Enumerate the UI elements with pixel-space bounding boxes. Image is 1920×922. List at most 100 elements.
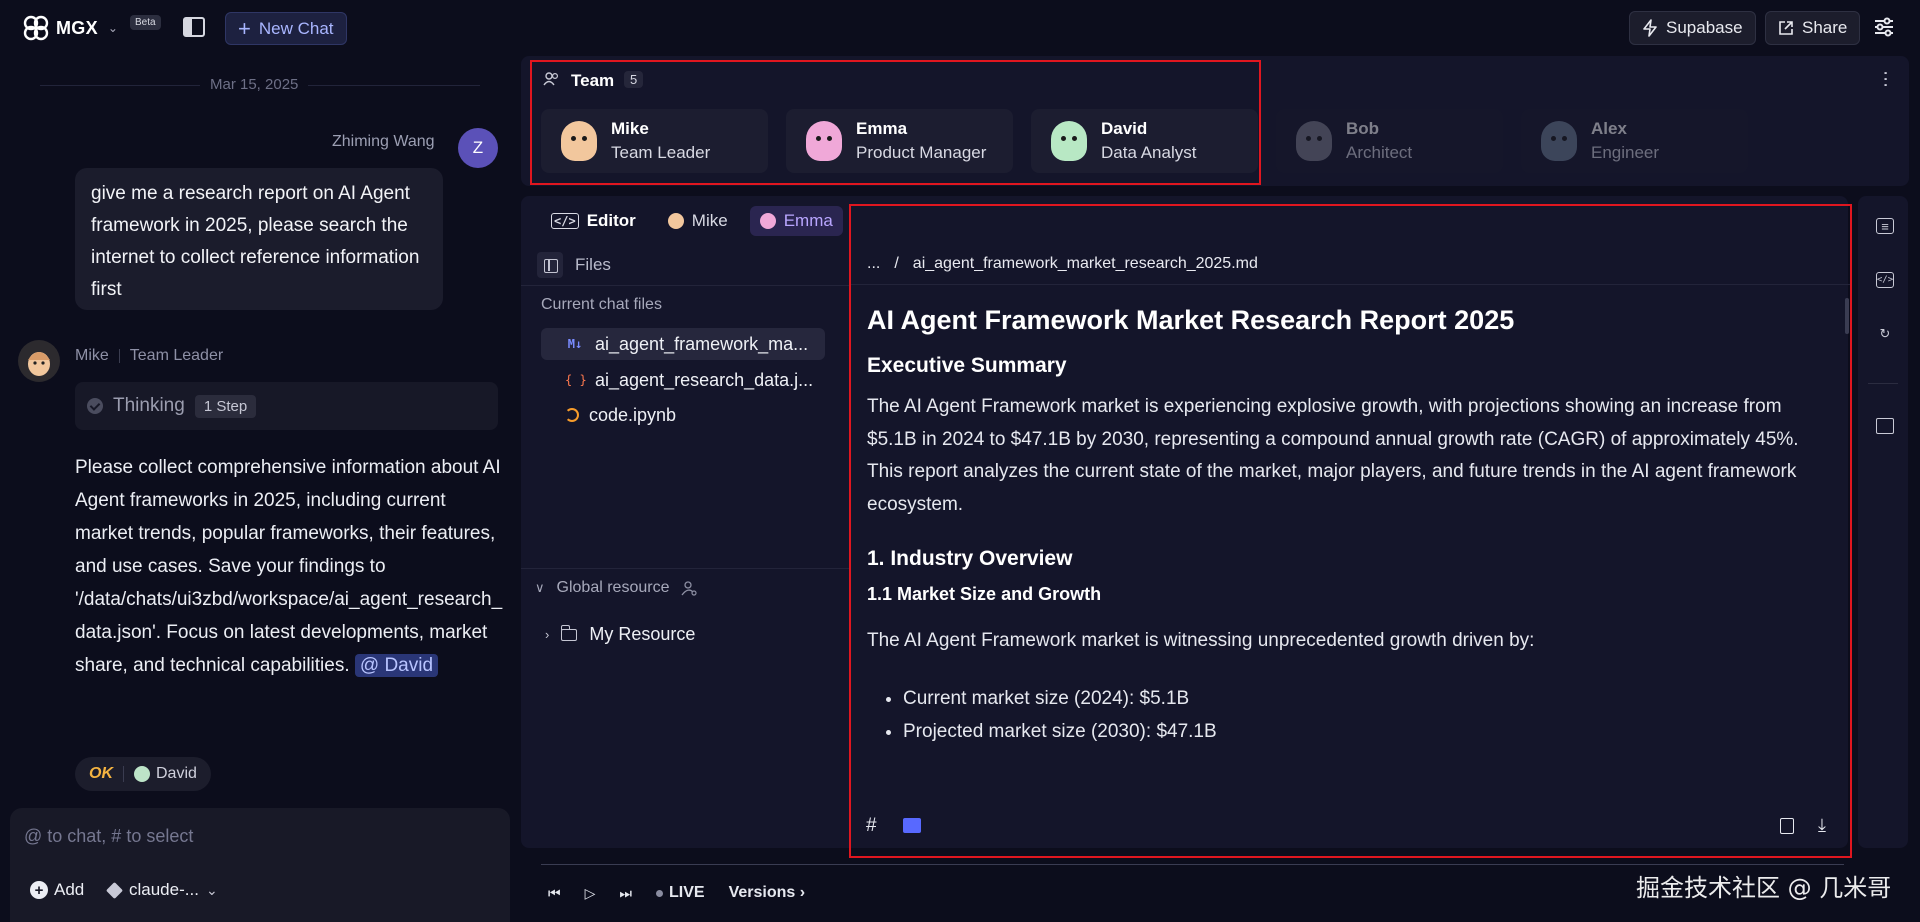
- alex-face-icon: [1541, 121, 1577, 161]
- agent-role: Team Leader: [129, 347, 224, 364]
- files-header: Files: [537, 252, 611, 278]
- status-agent-name: David: [156, 765, 197, 782]
- folder-icon[interactable]: [1876, 418, 1894, 434]
- tab-label: Editor: [586, 211, 636, 230]
- model-selector[interactable]: claude-... ⌄: [106, 880, 218, 900]
- folder-icon: [560, 624, 578, 641]
- tab-mike[interactable]: Mike: [658, 206, 738, 236]
- mike-meta: Mike Team Leader: [75, 347, 223, 365]
- watermark: 掘金技术社区 @ 几米哥: [1636, 874, 1892, 902]
- cube-icon: [106, 881, 123, 899]
- mike-message: Please collect comprehensive information…: [75, 451, 505, 682]
- status-ok: OK: [89, 765, 113, 782]
- emma-face-icon: [759, 213, 776, 229]
- live-indicator[interactable]: LIVE: [656, 884, 705, 902]
- agent-card-alex[interactable]: Alex Engineer: [1521, 109, 1748, 173]
- document-highlight-box: [849, 204, 1852, 858]
- share-icon: [1779, 21, 1793, 35]
- chat-input[interactable]: [24, 826, 484, 847]
- mgx-logo-icon: [23, 15, 49, 41]
- supabase-label: Supabase: [1666, 18, 1743, 37]
- mike-avatar: [18, 340, 60, 382]
- add-button[interactable]: + Add: [30, 880, 84, 900]
- my-resource-label: My Resource: [589, 624, 696, 644]
- code-icon: </>: [551, 213, 579, 229]
- settings-sliders-icon[interactable]: [1873, 16, 1895, 38]
- chevron-down-icon: ⌄: [107, 21, 118, 35]
- user-avatar: Z: [458, 128, 498, 168]
- file-name: ai_agent_framework_ma...: [595, 333, 809, 354]
- status-agent: David: [134, 765, 197, 783]
- tab-emma[interactable]: Emma: [749, 206, 843, 236]
- timeline-track[interactable]: [541, 864, 1844, 865]
- agent-card-bob[interactable]: Bob Architect: [1276, 109, 1503, 173]
- live-label: LIVE: [669, 884, 705, 901]
- file-name: code.ipynb: [589, 404, 677, 425]
- global-resource-label: Global resource: [556, 579, 670, 596]
- user-message: give me a research report on AI Agent fr…: [75, 168, 443, 310]
- agent-role: Engineer: [1591, 143, 1660, 162]
- thinking-label: Thinking: [113, 395, 185, 416]
- user-settings-icon: [681, 581, 698, 596]
- versions-label: Versions: [728, 884, 796, 901]
- file-item[interactable]: M↓ ai_agent_framework_ma...: [541, 328, 825, 360]
- markdown-icon: M↓: [567, 337, 583, 351]
- refresh-icon[interactable]: ↻: [1876, 326, 1894, 342]
- file-item[interactable]: code.ipynb: [541, 399, 825, 431]
- skip-back-icon[interactable]: ⏮: [548, 885, 561, 902]
- chevron-down-icon: ⌄: [205, 881, 218, 898]
- chat-input-area: [10, 808, 510, 922]
- current-files-label: Current chat files: [541, 296, 662, 313]
- task-status-pill[interactable]: OK David: [75, 757, 211, 791]
- mention-david[interactable]: @ David: [354, 654, 439, 677]
- agent-role: Architect: [1346, 143, 1413, 162]
- tab-label: Mike: [691, 211, 728, 230]
- mike-face-icon: [667, 213, 684, 229]
- global-resource-toggle[interactable]: ∨ Global resource: [535, 579, 698, 597]
- agent-name: Alex: [1591, 119, 1627, 138]
- brand-menu[interactable]: MGX ⌄: [22, 14, 118, 42]
- add-label: Add: [54, 880, 85, 899]
- tab-label: Emma: [783, 211, 833, 230]
- more-options-icon[interactable]: ⋯: [1875, 70, 1897, 87]
- file-name: ai_agent_research_data.j...: [595, 369, 814, 390]
- json-icon: { }: [565, 373, 587, 387]
- supabase-button[interactable]: Supabase: [1629, 11, 1756, 45]
- notebook-icon: [565, 408, 579, 422]
- skip-forward-icon[interactable]: ⏭: [619, 885, 632, 902]
- mike-face-icon: [28, 352, 50, 376]
- model-label: claude-...: [129, 880, 199, 899]
- code-icon[interactable]: </>: [1876, 272, 1894, 288]
- supabase-icon: [1643, 19, 1657, 37]
- agent-name: Bob: [1346, 119, 1380, 138]
- mike-message-text: Please collect comprehensive information…: [75, 457, 503, 676]
- file-item[interactable]: { } ai_agent_research_data.j...: [541, 364, 825, 396]
- bob-face-icon: [1296, 121, 1332, 161]
- files-label: Files: [575, 255, 611, 274]
- new-chat-label: New Chat: [258, 18, 334, 38]
- versions-button[interactable]: Versions ›: [729, 884, 805, 902]
- right-rail: [1858, 196, 1908, 848]
- live-dot-icon: [656, 889, 663, 897]
- chevron-right-icon: ›: [545, 627, 550, 642]
- date-label: Mar 15, 2025: [200, 76, 309, 93]
- editor-tabs: </> Editor Mike Emma: [521, 196, 843, 246]
- sidebar-toggle-icon[interactable]: [183, 17, 205, 37]
- new-chat-button[interactable]: + New Chat: [225, 12, 347, 45]
- agent-name: Mike: [75, 347, 109, 364]
- share-button[interactable]: Share: [1765, 11, 1861, 45]
- list-icon[interactable]: ≡: [1876, 218, 1894, 234]
- step-count-badge: 1 Step: [194, 394, 257, 418]
- play-icon[interactable]: ▷: [585, 885, 596, 902]
- chevron-right-icon: ›: [799, 884, 806, 901]
- playback-controls: ⏮ ▷ ⏭ LIVE Versions ›: [548, 884, 805, 902]
- beta-badge: Beta: [130, 15, 161, 30]
- tab-editor[interactable]: </> Editor: [541, 206, 646, 236]
- my-resource-folder[interactable]: › My Resource: [545, 624, 695, 645]
- panel-toggle-icon[interactable]: [537, 252, 563, 278]
- user-name: Zhiming Wang: [332, 133, 435, 150]
- top-bar: MGX ⌄ Beta + New Chat Supabase Share: [0, 0, 1920, 56]
- share-label: Share: [1802, 18, 1848, 37]
- plus-icon: +: [238, 15, 251, 41]
- thinking-toggle[interactable]: Thinking 1 Step: [75, 382, 498, 430]
